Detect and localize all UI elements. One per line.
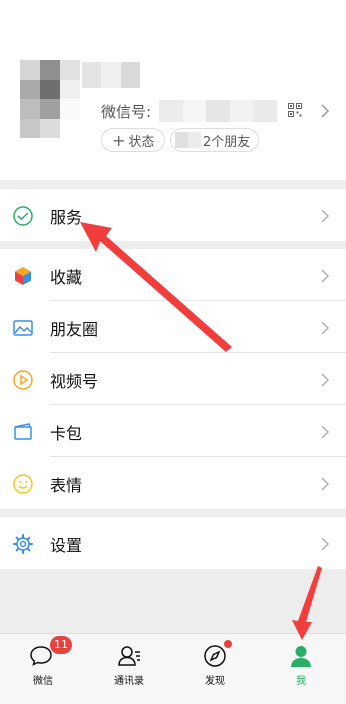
gear-icon (13, 534, 33, 554)
tab-label-contacts: 通讯录 (114, 676, 144, 687)
menu-item-stickers[interactable]: 表情 (0, 457, 346, 509)
friend-avatars-redacted (175, 132, 201, 148)
wechat-id-label: 微信号: (101, 102, 152, 121)
menu-label-settings: 设置 (50, 536, 83, 555)
menu-item-settings[interactable]: 设置 (0, 517, 346, 569)
profile-header[interactable]: 微信号: + 状态 2个朋友 (0, 0, 346, 180)
menu-item-services[interactable]: 服务 (0, 189, 346, 241)
tab-label-chats: 微信 (33, 676, 53, 687)
plus-icon: + (112, 130, 126, 150)
menu-item-favorites[interactable]: 收藏 (0, 249, 346, 301)
menu-label-stickers: 表情 (50, 476, 83, 495)
wechat-id-row[interactable]: 微信号: (101, 100, 278, 122)
friends-count-label: 2个朋友 (203, 134, 251, 150)
menu-item-cards[interactable]: 卡包 (0, 405, 346, 457)
tab-chats[interactable]: 11 微信 (0, 634, 86, 704)
chevron-right-icon (321, 209, 330, 223)
chevron-right-icon (321, 477, 330, 491)
qr-code-icon[interactable] (288, 103, 302, 117)
chevron-right-icon (321, 537, 330, 551)
play-circle-icon (13, 370, 33, 390)
chevron-right-icon (321, 321, 330, 335)
menu-item-moments[interactable]: 朋友圈 (0, 301, 346, 353)
contacts-icon (118, 646, 140, 666)
image-icon (13, 320, 33, 336)
status-label: 状态 (128, 134, 155, 150)
services-icon (13, 206, 33, 226)
compass-icon (204, 645, 226, 667)
menu-label-favorites: 收藏 (50, 268, 83, 287)
annotation-arrow-to-me-tab (292, 566, 322, 640)
menu-label-cards: 卡包 (50, 424, 83, 443)
tab-contacts[interactable]: 通讯录 (86, 634, 172, 704)
tab-label-me: 我 (296, 676, 306, 687)
favorites-cube-icon (15, 267, 31, 285)
wechat-id-redacted (159, 100, 278, 122)
smile-icon (13, 474, 33, 494)
add-status-button[interactable]: + 状态 (101, 128, 166, 152)
chevron-right-icon (321, 425, 330, 439)
person-icon (291, 646, 311, 667)
wallet-icon (14, 423, 32, 440)
chevron-right-icon (321, 269, 330, 283)
chevron-right-icon (321, 373, 330, 387)
menu-label-services: 服务 (50, 208, 83, 227)
tab-discover[interactable]: 发现 (172, 634, 258, 704)
bottom-tab-bar: 11 微信 通讯录 发现 我 (0, 633, 346, 704)
nickname-redacted (82, 62, 140, 88)
menu-label-channels: 视频号 (50, 372, 99, 391)
tab-me[interactable]: 我 (258, 634, 344, 704)
tab-label-discover: 发现 (205, 676, 225, 687)
chevron-right-icon (321, 104, 330, 118)
menu-label-moments: 朋友圈 (50, 320, 99, 339)
unread-badge: 11 (50, 636, 72, 654)
menu-item-channels[interactable]: 视频号 (0, 353, 346, 405)
avatar[interactable] (20, 60, 80, 138)
friends-status-pill[interactable]: 2个朋友 (170, 128, 260, 152)
notification-dot (224, 640, 232, 648)
